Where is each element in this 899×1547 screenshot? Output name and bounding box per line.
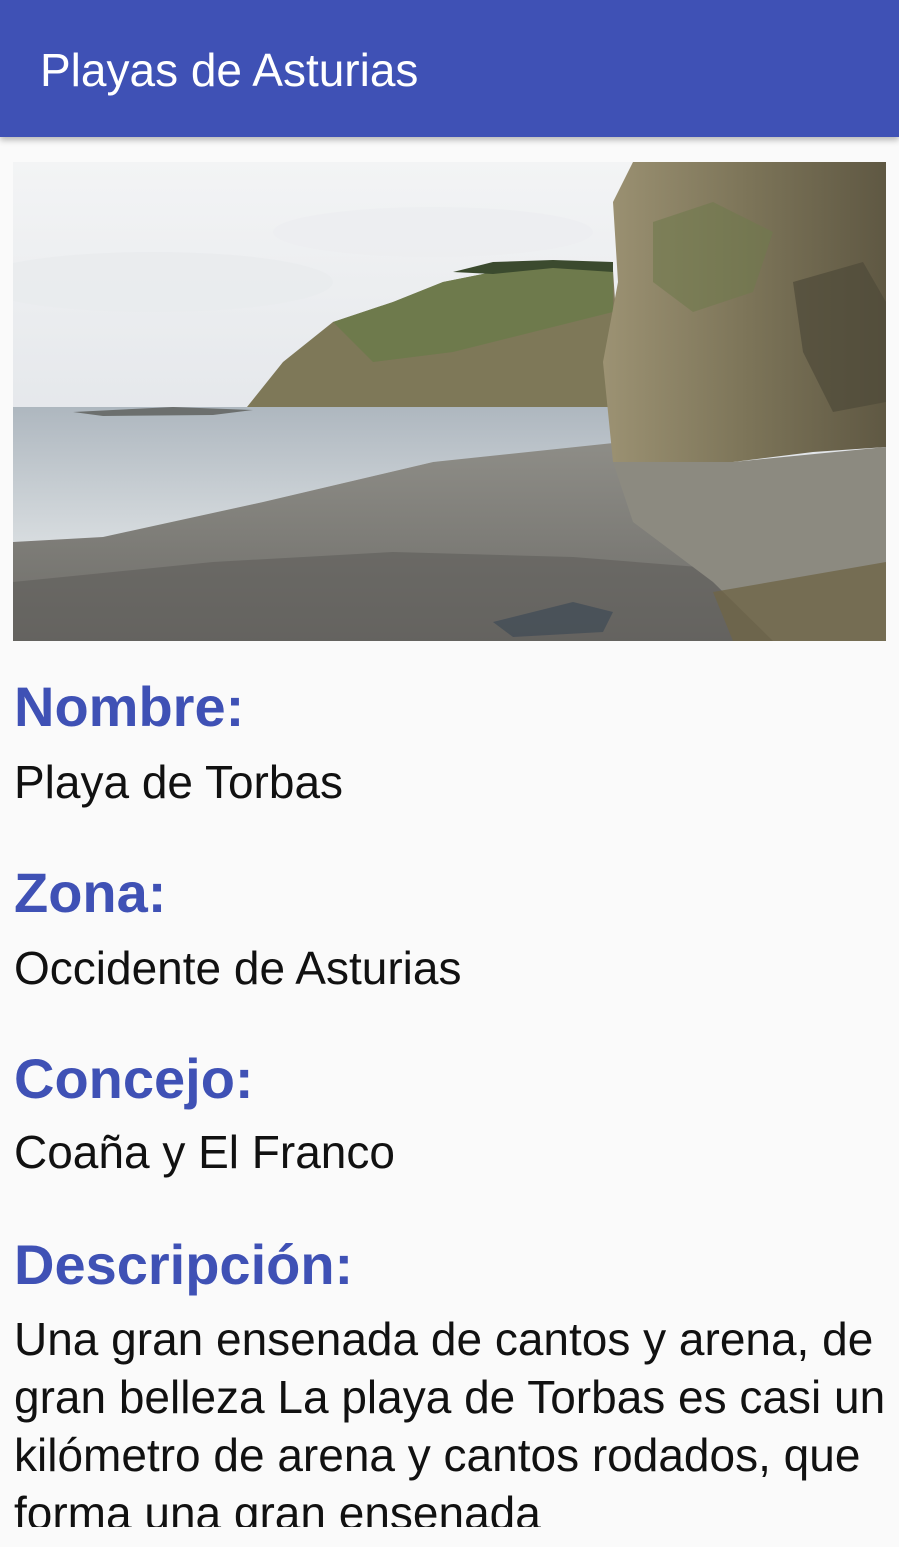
field-label-concejo: Concejo: [14,1047,254,1110]
field-label-descripcion: Descripción: [14,1233,354,1296]
field-label-zona: Zona: [14,861,167,924]
beach-photo [13,162,886,641]
app-title: Playas de Asturias [40,44,419,96]
field-label-nombre: Nombre: [14,675,245,738]
field-value-concejo: Coaña y El Franco [14,1126,395,1178]
field-value-nombre: Playa de Torbas [14,756,344,808]
app-bar: Playas de Asturias [0,0,899,137]
field-value-descripcion: Una gran ensenada de cantos y arena, de … [14,1313,886,1527]
beach-detail-scroll[interactable]: Nombre: Playa de Torbas Zona: Occidente … [0,137,899,1527]
field-value-zona: Occidente de Asturias [14,942,462,994]
